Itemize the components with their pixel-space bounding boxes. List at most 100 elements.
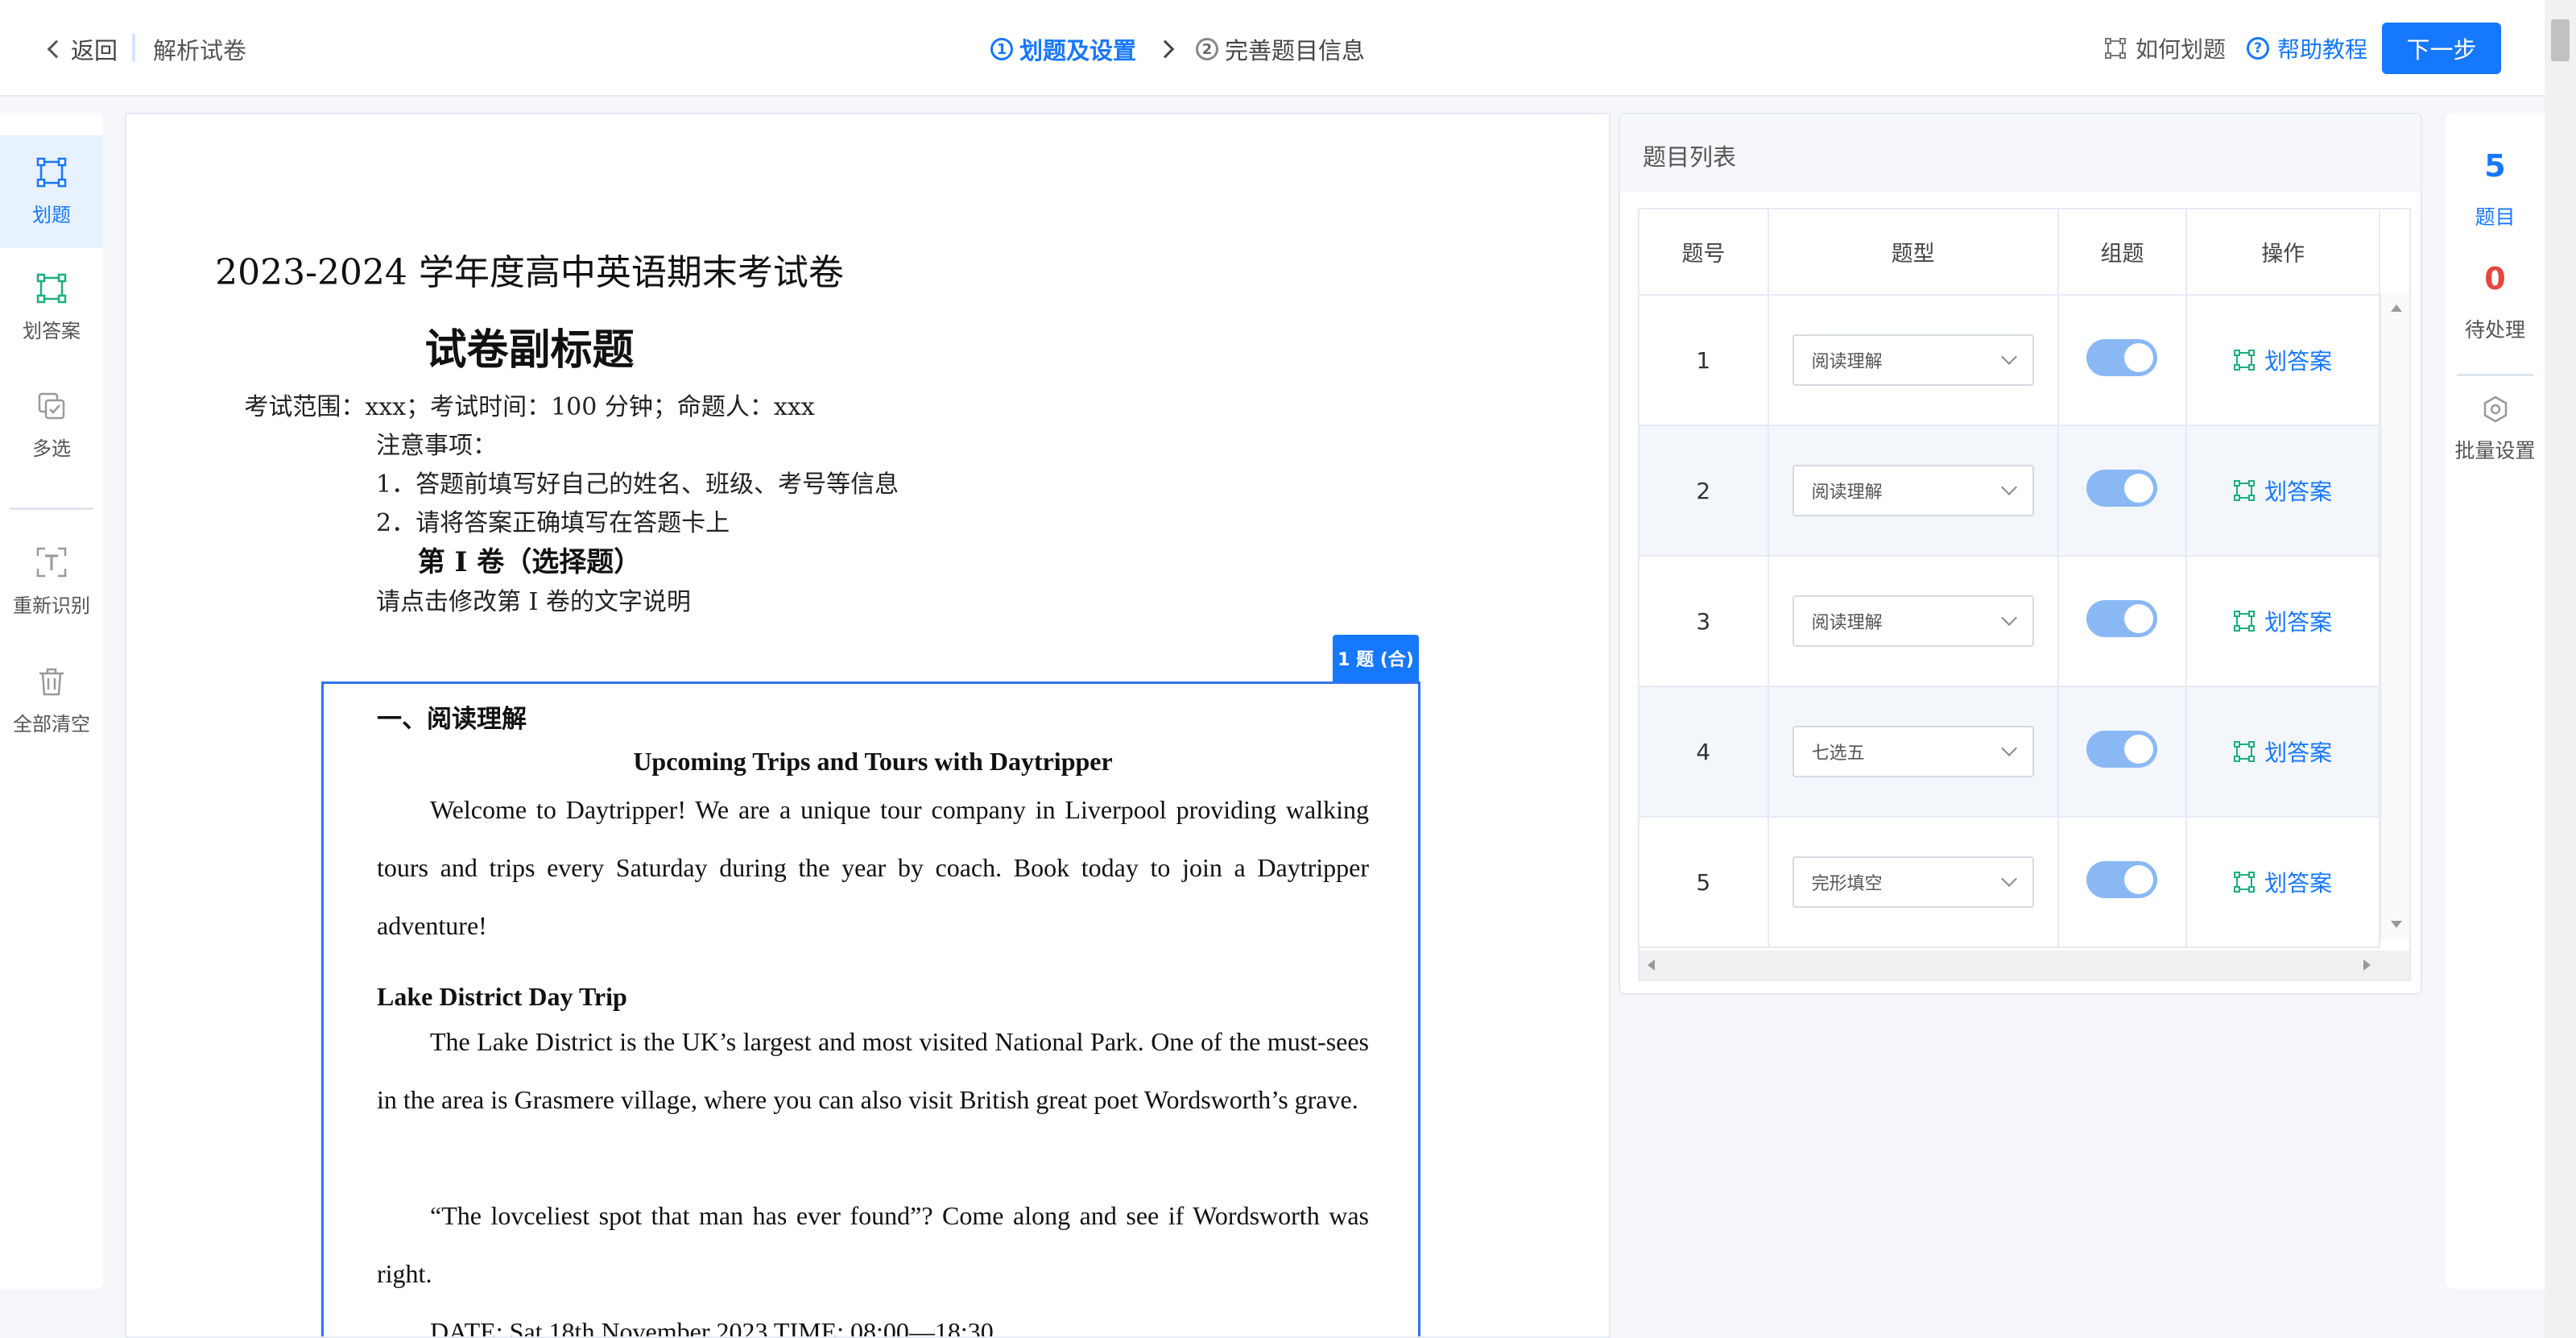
group-toggle[interactable]: [2086, 338, 2158, 376]
passage-paragraph: The Lake District is the UK’s largest an…: [377, 1027, 1369, 1114]
scroll-down-icon[interactable]: [2391, 921, 2402, 928]
select-answer-button[interactable]: 划答案: [2234, 866, 2332, 898]
panel-header: [1620, 114, 2421, 192]
question-type-value: 阅读理解: [1811, 352, 1883, 372]
chevron-down-icon: [2000, 740, 2017, 756]
batch-settings-button[interactable]: 批量设置: [2446, 395, 2545, 464]
question-type-select[interactable]: 阅读理解: [1792, 465, 2034, 516]
question-type-select[interactable]: 七选五: [1792, 726, 2034, 777]
back-button[interactable]: 返回: [47, 32, 118, 66]
column-header: 操作: [2186, 209, 2380, 296]
multi-select-icon: [38, 392, 65, 419]
question-type-value: 阅读理解: [1811, 483, 1883, 503]
chevron-down-icon: [2000, 479, 2017, 495]
notice-item-2: 2．请将答案正确填写在答题卡上: [376, 509, 730, 537]
answer-frame-icon: [2234, 872, 2256, 893]
exam-meta[interactable]: 考试范围：xxx；考试时间：100 分钟；命题人：xxx: [126, 387, 1609, 422]
column-header: 题型: [1768, 209, 2059, 296]
group-toggle[interactable]: [2086, 730, 2158, 768]
tool-label: 划答案: [23, 319, 81, 342]
scroll-right-icon[interactable]: [2363, 959, 2371, 971]
page-title: 解析试卷: [153, 37, 247, 64]
select-frame-icon: [36, 157, 67, 187]
answer-frame-icon: [2234, 350, 2256, 371]
table-horizontal-scrollbar[interactable]: [1639, 951, 2409, 980]
question-circle-icon: ?: [2247, 37, 2269, 60]
question-type-select[interactable]: 阅读理解: [1792, 334, 2034, 386]
group-toggle[interactable]: [2086, 860, 2158, 898]
pending-label: 待处理: [2464, 318, 2525, 342]
step-2-label[interactable]: 完善题目信息: [1225, 32, 1365, 66]
tool-multi-select[interactable]: 多选: [0, 369, 103, 482]
question-type-select[interactable]: 完形填空: [1792, 856, 2034, 908]
toggle-knob: [2124, 342, 2154, 372]
stats-divider: [2457, 374, 2533, 376]
table-row: 4 七选五 划答案: [1639, 686, 2380, 818]
step-indicator: 1 划题及设置 2 完善题目信息: [990, 32, 1365, 66]
tool-clear-all[interactable]: 全部清空: [0, 644, 103, 757]
toggle-knob: [2124, 603, 2154, 633]
tool-select-question[interactable]: 划题: [0, 135, 103, 248]
chevron-left-icon: [47, 39, 66, 59]
answer-frame-icon: [2234, 611, 2256, 632]
right-stats-bar: 5 题目 0 待处理 批量设置: [2446, 113, 2545, 1289]
passage-paragraph: DATE: Sat 18th November 2023 TIME: 08:00…: [430, 1317, 994, 1338]
exam-subtitle[interactable]: 试卷副标题: [126, 316, 1609, 376]
table-row: 2 阅读理解 划答案: [1639, 425, 2380, 557]
group-toggle[interactable]: [2086, 469, 2158, 507]
action-label: 划答案: [2264, 739, 2333, 766]
how-to-select-link[interactable]: 如何划题: [2105, 32, 2226, 64]
toolbar-divider: [10, 507, 93, 510]
tool-label: 全部清空: [13, 712, 90, 735]
tool-select-answer[interactable]: 划答案: [0, 251, 103, 364]
batch-settings-label: 批量设置: [2454, 439, 2536, 462]
page-scrollbar[interactable]: [2545, 0, 2576, 1338]
table-vertical-scrollbar[interactable]: [2380, 295, 2409, 939]
column-header: 组题: [2057, 209, 2188, 296]
exam-title[interactable]: 2023-2024 学年度高中英语期末考试卷: [126, 243, 1609, 295]
scrollbar-thumb[interactable]: [2551, 19, 2570, 61]
next-step-button[interactable]: 下一步: [2382, 23, 2501, 74]
select-answer-button[interactable]: 划答案: [2234, 605, 2332, 637]
group-toggle[interactable]: [2086, 599, 2158, 637]
total-count: 5: [2484, 148, 2506, 184]
select-answer-button[interactable]: 划答案: [2234, 735, 2332, 768]
question-type-select[interactable]: 阅读理解: [1792, 595, 2034, 647]
chevron-down-icon: [2000, 871, 2017, 887]
part-description[interactable]: 请点击修改第 I 卷的文字说明: [376, 582, 691, 617]
part-title: 第 I 卷（选择题）: [417, 546, 642, 578]
step-1-label[interactable]: 划题及设置: [1019, 32, 1136, 66]
select-answer-button[interactable]: 划答案: [2234, 474, 2332, 507]
passage-subheading: Lake District Day Trip: [377, 982, 627, 1011]
question-selection-box[interactable]: 一、阅读理解 Upcoming Trips and Tours with Day…: [321, 681, 1420, 1338]
left-toolbar: 划题 划答案 多选 重新识别 全部清空: [0, 113, 103, 1289]
frame-icon: [2105, 38, 2126, 59]
tool-label: 重新识别: [13, 594, 90, 617]
question-badge[interactable]: 1 题 (合): [1333, 635, 1419, 681]
step-2-number: 2: [1196, 38, 1219, 60]
action-label: 划答案: [2264, 609, 2333, 636]
question-type-value: 完形填空: [1811, 874, 1883, 894]
chevron-down-icon: [2000, 349, 2017, 365]
help-tutorial-label: 帮助教程: [2277, 36, 2368, 63]
question-list-panel: 题目列表 题号 题型 组题 操作 1 阅读理解 划答案 2 阅读理解 划答案 3…: [1619, 113, 2422, 995]
table-row: 1 阅读理解 划答案: [1639, 295, 2380, 426]
tool-re-recognize[interactable]: 重新识别: [0, 525, 103, 638]
help-tutorial-link[interactable]: ? 帮助教程: [2247, 32, 2367, 64]
panel-title: 题目列表: [1643, 143, 1737, 171]
how-to-select-label: 如何划题: [2136, 36, 2227, 63]
gear-icon: [2483, 396, 2507, 423]
passage-paragraph: “The lovceliest spot that man has ever f…: [377, 1201, 1369, 1288]
back-label: 返回: [71, 37, 118, 64]
question-number: 5: [1639, 817, 1769, 948]
question-table-container[interactable]: 题号 题型 组题 操作 1 阅读理解 划答案 2 阅读理解 划答案 3 阅读理解…: [1638, 208, 2411, 981]
scroll-left-icon[interactable]: [1648, 959, 1655, 971]
question-type-value: 阅读理解: [1811, 613, 1883, 633]
select-answer-button[interactable]: 划答案: [2234, 344, 2332, 376]
table-row: 3 阅读理解 划答案: [1639, 556, 2380, 687]
app-root: 返回 解析试卷 1 划题及设置 2 完善题目信息 如何划题 ? 帮助教程 下一步: [0, 0, 2576, 1338]
action-label: 划答案: [2264, 870, 2333, 897]
toggle-knob: [2124, 473, 2154, 503]
scroll-up-icon[interactable]: [2391, 304, 2402, 312]
question-table: 题号 题型 组题 操作 1 阅读理解 划答案 2 阅读理解 划答案 3 阅读理解…: [1639, 209, 2380, 948]
